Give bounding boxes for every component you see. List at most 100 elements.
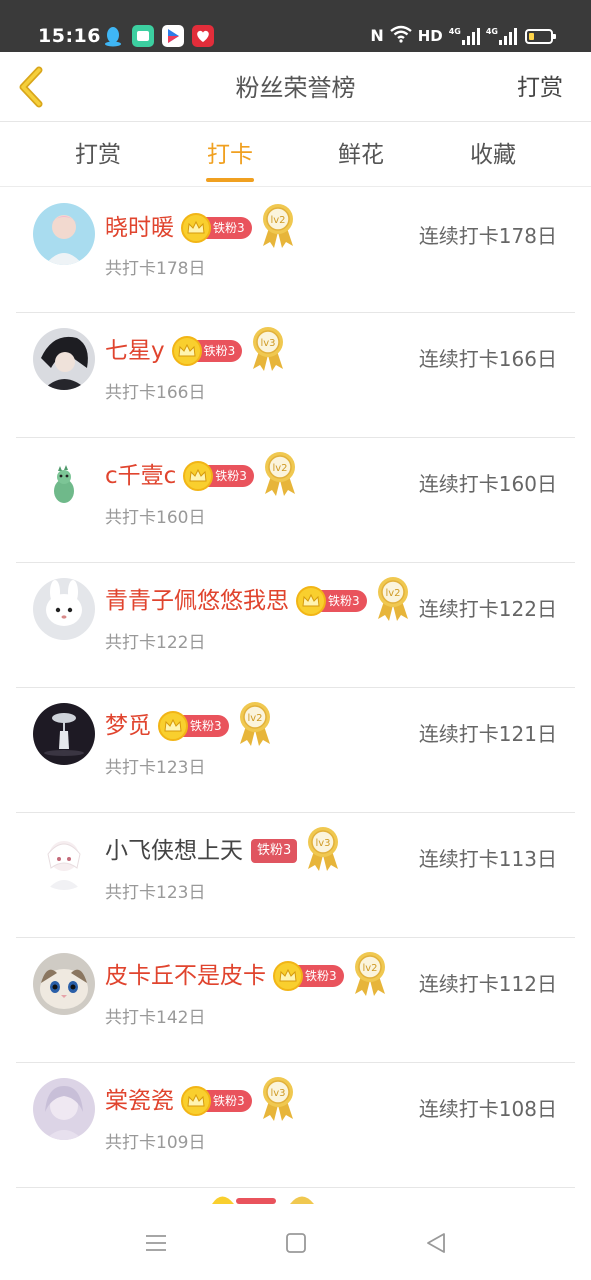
avatar[interactable]: [33, 203, 95, 265]
streak-checkin: 连续打卡160日: [418, 472, 557, 496]
medal-icon: lv3: [253, 327, 284, 371]
crown-icon: [181, 1086, 211, 1116]
streak-checkin: 连续打卡121日: [418, 722, 557, 746]
svg-text:lv2: lv2: [247, 713, 262, 724]
user-name: 小飞侠想上天: [105, 838, 243, 864]
tab-favorites[interactable]: 收藏: [453, 139, 533, 171]
fan-badge: 铁粉3: [158, 711, 229, 741]
svg-text:lv2: lv2: [270, 215, 285, 226]
tab-checkin[interactable]: 打卡: [190, 139, 270, 171]
nav-home-button[interactable]: [283, 1230, 309, 1256]
qq-app-icon: [102, 25, 124, 47]
total-checkin: 共打卡142日: [105, 1008, 206, 1028]
name-line: 七星y 铁粉3 lv3: [105, 327, 286, 373]
streak-checkin: 连续打卡166日: [418, 347, 557, 371]
nfc-icon: N: [370, 26, 384, 45]
fan-badge: 铁粉3: [273, 961, 344, 991]
total-checkin: 共打卡109日: [105, 1133, 206, 1153]
status-indicators: N HD 4G 4G: [370, 25, 556, 47]
avatar[interactable]: [33, 453, 95, 515]
svg-text:lv2: lv2: [362, 963, 377, 974]
fan-badge: 铁粉3: [183, 461, 254, 491]
avatar[interactable]: [33, 828, 95, 890]
list-item[interactable]: 棠瓷瓷 铁粉3 lv3 共打卡109日 连续打卡108日: [0, 1063, 591, 1188]
list-item[interactable]: 青青子佩悠悠我思 铁粉3 lv2 共打卡122日 连续打卡122日: [0, 563, 591, 688]
total-checkin: 共打卡166日: [105, 383, 206, 403]
status-bar: 15:16 N HD 4G 4G: [0, 0, 591, 52]
total-checkin: 共打卡123日: [105, 758, 206, 778]
status-app-icons: [102, 25, 214, 47]
medal-icon: lv2: [262, 204, 293, 248]
battery-icon: [525, 28, 556, 44]
medal-icon: lv2: [377, 577, 408, 621]
signal-1-icon: 4G: [449, 27, 480, 45]
streak-checkin: 连续打卡178日: [418, 224, 557, 248]
home-square-icon: [286, 1233, 306, 1253]
list-item-partial: [0, 1188, 591, 1204]
list-item[interactable]: 七星y 铁粉3 lv3 共打卡166日 连续打卡166日: [0, 313, 591, 438]
list-item[interactable]: c千壹c 铁粉3 lv2 共打卡160日 连续打卡160日: [0, 438, 591, 563]
status-time: 15:16: [38, 25, 101, 47]
name-line: 青青子佩悠悠我思 铁粉3 lv2: [105, 577, 411, 623]
total-checkin: 共打卡122日: [105, 633, 206, 653]
name-line: 梦觅 铁粉3 lv2: [105, 702, 273, 748]
fan-badge: 铁粉3: [181, 213, 252, 243]
list-item[interactable]: 晓时暖 铁粉3 lv2 共打卡178日 连续打卡178日: [0, 188, 591, 313]
nav-menu-button[interactable]: [143, 1230, 169, 1256]
tab-reward[interactable]: 打赏: [58, 139, 138, 171]
avatar[interactable]: [33, 328, 95, 390]
nav-back-button[interactable]: [423, 1230, 449, 1256]
avatar[interactable]: [33, 703, 95, 765]
menu-icon: [146, 1235, 166, 1251]
name-line: c千壹c 铁粉3 lv2: [105, 452, 298, 498]
user-name: 晓时暖: [105, 215, 174, 241]
total-checkin: 共打卡160日: [105, 508, 206, 528]
tab-active-indicator: [206, 178, 254, 182]
total-checkin: 共打卡123日: [105, 883, 206, 903]
total-checkin: 共打卡178日: [105, 259, 206, 279]
video-app-icon: [162, 25, 184, 47]
medal-icon: lv2: [239, 702, 270, 746]
system-nav-bar: [0, 1204, 591, 1280]
list-item[interactable]: 小飞侠想上天 铁粉3 lv3 共打卡123日 连续打卡113日: [0, 813, 591, 938]
tab-bar: 打赏 打卡 鲜花 收藏: [0, 123, 591, 187]
medal-icon: lv3: [308, 827, 339, 871]
list-item[interactable]: 皮卡丘不是皮卡 铁粉3 lv2 共打卡142日 连续打卡112日: [0, 938, 591, 1063]
chat-app-icon: [132, 25, 154, 47]
crown-icon: [273, 961, 303, 991]
svg-text:lv2: lv2: [385, 588, 400, 599]
tab-flowers[interactable]: 鲜花: [321, 139, 401, 171]
user-name: c千壹c: [105, 463, 177, 489]
wifi-icon: [389, 25, 412, 47]
streak-checkin: 连续打卡122日: [418, 597, 557, 621]
crown-icon: [296, 586, 326, 616]
list-item[interactable]: 梦觅 铁粉3 lv2 共打卡123日 连续打卡121日: [0, 688, 591, 813]
user-name: 棠瓷瓷: [105, 1088, 174, 1114]
streak-checkin: 连续打卡108日: [418, 1097, 557, 1121]
avatar[interactable]: [33, 578, 95, 640]
crown-icon: [181, 213, 211, 243]
fan-badge: 铁粉3: [296, 586, 367, 616]
heart-app-icon: [192, 25, 214, 47]
streak-checkin: 连续打卡113日: [418, 847, 557, 871]
medal-icon: lv2: [354, 952, 385, 996]
avatar[interactable]: [33, 953, 95, 1015]
crown-icon: [158, 711, 188, 741]
svg-text:lv3: lv3: [270, 1088, 285, 1099]
fan-badge: 铁粉3: [181, 1086, 252, 1116]
partial-badge-icon: [212, 1196, 314, 1204]
svg-text:lv2: lv2: [272, 463, 287, 474]
name-line: 皮卡丘不是皮卡 铁粉3 lv2: [105, 952, 388, 998]
fan-badge: 铁粉3: [171, 336, 243, 366]
reward-button[interactable]: 打赏: [517, 72, 563, 104]
svg-text:lv3: lv3: [261, 338, 276, 349]
name-line: 棠瓷瓷 铁粉3 lv3: [105, 1077, 296, 1123]
signal-2-icon: 4G: [486, 27, 517, 45]
svg-text:lv3: lv3: [316, 838, 331, 849]
user-name: 青青子佩悠悠我思: [105, 588, 289, 614]
page-title: 粉丝荣誉榜: [235, 74, 356, 102]
fan-level-label: 铁粉3: [251, 839, 298, 863]
avatar[interactable]: [33, 1078, 95, 1140]
triangle-back-icon: [427, 1233, 445, 1253]
medal-icon: lv3: [262, 1077, 293, 1121]
